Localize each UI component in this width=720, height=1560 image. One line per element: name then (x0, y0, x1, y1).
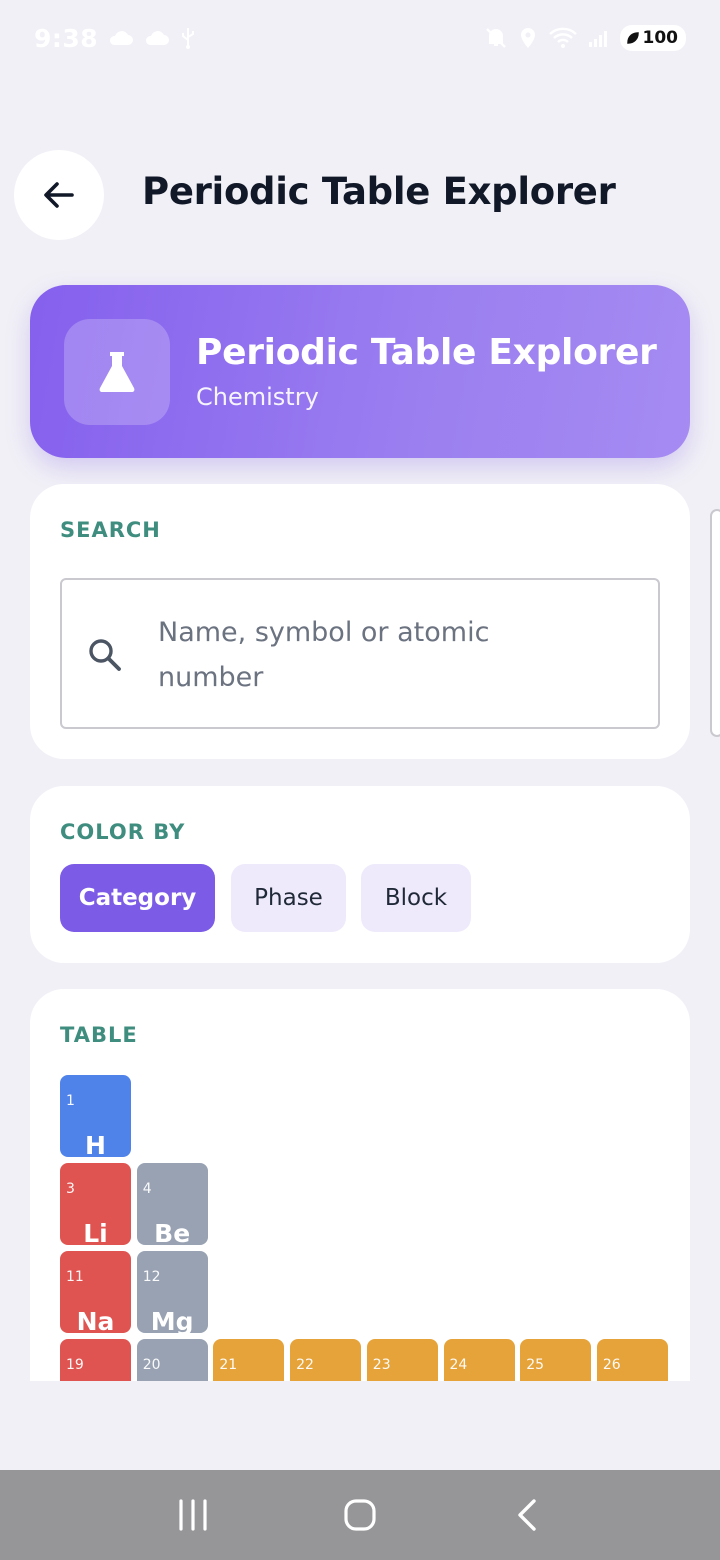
color-by-card: COLOR BY Category Phase Block (30, 786, 690, 963)
element-symbol: Na (76, 1307, 115, 1333)
back-icon (517, 1499, 536, 1531)
element-cell[interactable]: 4 Be (136, 1163, 208, 1245)
home-button[interactable] (330, 1485, 390, 1545)
element-number: 24 (449, 1357, 468, 1373)
element-number: 25 (526, 1357, 545, 1373)
element-symbol: Li (83, 1219, 108, 1245)
hero-title: Periodic Table Explorer (196, 332, 657, 373)
mute-icon (484, 26, 508, 50)
navigation-bar (0, 1470, 720, 1560)
status-right: 100 (484, 25, 686, 51)
element-number: 4 (142, 1181, 152, 1197)
element-cell[interactable]: 11 Na (60, 1251, 131, 1333)
element-cell[interactable]: 20 (136, 1339, 208, 1381)
element-symbol: H (85, 1131, 106, 1157)
chip-phase[interactable]: Phase (231, 864, 346, 932)
element-cell[interactable]: 3 Li (60, 1163, 131, 1245)
periodic-table-grid: 1 H 3 Li 4 Be 11 Na 12 Mg 19 20 21 22 23 24 25 26 (60, 1075, 668, 1381)
battery-level: 100 (642, 28, 679, 48)
element-number: 22 (296, 1357, 314, 1373)
search-input[interactable]: Name, symbol or atomic number (60, 578, 660, 729)
nav-back-button[interactable] (497, 1485, 557, 1545)
cloud-icon (144, 29, 170, 47)
status-time: 9:38 (34, 23, 99, 53)
element-symbol: Mg (150, 1307, 194, 1333)
hero-icon-box (64, 318, 170, 425)
element-number: 11 (66, 1269, 84, 1285)
battery-indicator: 100 (619, 25, 686, 51)
status-left: 9:38 (34, 24, 196, 53)
element-cell[interactable]: 23 (366, 1339, 438, 1381)
element-cell[interactable]: 25 (520, 1339, 592, 1381)
element-symbol: Be (154, 1219, 191, 1245)
chip-block[interactable]: Block (361, 864, 471, 932)
wifi-icon (548, 27, 578, 49)
table-card: TABLE 1 H 3 Li 4 Be 11 Na 12 Mg 19 20 21 22 23 24 25 26 (30, 989, 690, 1381)
location-icon (518, 26, 538, 50)
element-cell[interactable]: 12 Mg (136, 1251, 208, 1333)
search-card: SEARCH Name, symbol or atomic number (30, 484, 690, 759)
back-button[interactable] (14, 150, 104, 240)
search-placeholder: Name, symbol or atomic number (158, 617, 490, 693)
table-section-label: TABLE (60, 1023, 138, 1047)
element-number: 19 (66, 1357, 84, 1373)
recents-icon (179, 1499, 207, 1531)
usb-icon (180, 26, 196, 50)
element-number: 23 (372, 1357, 391, 1373)
leaf-icon (626, 32, 639, 44)
element-cell[interactable]: 21 (213, 1339, 285, 1381)
element-number: 26 (602, 1357, 621, 1373)
element-cell[interactable]: 24 (443, 1339, 515, 1381)
element-number: 20 (142, 1357, 161, 1373)
search-section-label: SEARCH (60, 518, 161, 542)
hero-subtitle: Chemistry (196, 383, 319, 411)
chip-category[interactable]: Category (60, 864, 215, 932)
cloud-icon (108, 29, 134, 47)
element-cell[interactable]: 26 (596, 1339, 668, 1381)
element-number: 1 (66, 1093, 75, 1109)
color-by-section-label: COLOR BY (60, 820, 186, 844)
status-bar: 9:38 100 (0, 0, 720, 76)
search-icon (86, 636, 124, 678)
arrow-left-icon (44, 182, 74, 208)
flask-icon (99, 351, 135, 392)
element-cell[interactable]: 22 (290, 1339, 362, 1381)
element-cell[interactable]: 1H (60, 1075, 131, 1157)
scroll-hint (710, 509, 720, 737)
hero-text: Periodic Table Explorer Chemistry (196, 332, 657, 411)
page-title: Periodic Table Explorer (142, 170, 616, 213)
recents-button[interactable] (163, 1485, 223, 1545)
hero-banner: Periodic Table Explorer Chemistry (30, 285, 690, 458)
home-icon (344, 1499, 376, 1531)
element-cell[interactable]: 19 (60, 1339, 131, 1381)
element-number: 12 (142, 1269, 161, 1285)
element-number: 21 (219, 1357, 238, 1373)
element-number: 3 (66, 1181, 75, 1197)
signal-icon (588, 28, 610, 48)
